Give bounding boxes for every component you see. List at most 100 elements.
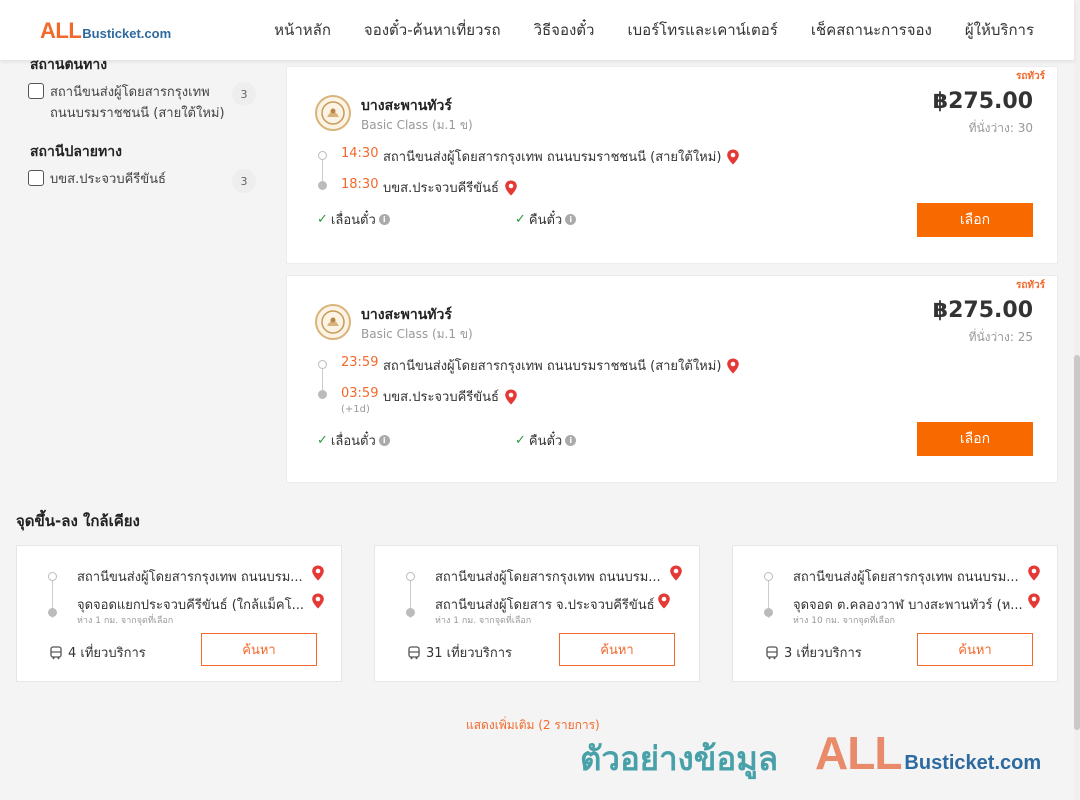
info-icon[interactable]: i	[378, 435, 390, 446]
bus-icon	[766, 645, 778, 659]
info-icon[interactable]: i	[378, 214, 390, 225]
bus-type-tag: รถทัวร์	[1015, 71, 1045, 82]
nav-phone-counters[interactable]: เบอร์โทรและเคาน์เตอร์	[627, 18, 777, 42]
info-icon[interactable]: i	[565, 435, 577, 446]
ticket-price: ฿275.00	[932, 298, 1033, 323]
select-trip-button[interactable]: เลือก	[917, 422, 1033, 456]
feature-reschedule-label: เลื่อนตั๋ว	[330, 434, 376, 449]
select-trip-button[interactable]: เลือก	[917, 203, 1033, 237]
arrival-dot	[318, 390, 327, 399]
logo-all-text: ALL	[40, 18, 82, 43]
feature-refund: ✓ คืนตั๋ว i	[515, 209, 577, 230]
arrival-station: บขส.ประจวบคีรีขันธ์	[383, 386, 518, 407]
next-day-indicator: (+1d)	[341, 404, 370, 415]
departure-station-name: สถานีขนส่งผู้โดยสารกรุงเทพ ถนนบรมราชชนนี…	[383, 150, 722, 165]
nearby-search-button[interactable]: ค้นหา	[201, 633, 317, 666]
departure-dot	[318, 151, 327, 160]
feature-reschedule: ✓ เลื่อนตั๋ว i	[317, 209, 390, 230]
map-pin-icon[interactable]	[669, 565, 683, 581]
nearby-stops-title: จุดขึ้น-ลง ใกล้เคียง	[16, 512, 140, 530]
operator-logo-icon	[315, 95, 351, 131]
nearby-from-station: สถานีขนส่งผู้โดยสารกรุงเทพ ถนนบรม...	[793, 570, 1019, 585]
watermark-logo-all: ALL	[815, 727, 902, 779]
operator-logo-icon	[315, 304, 351, 340]
info-icon[interactable]: i	[565, 214, 577, 225]
origin-checkbox[interactable]	[28, 83, 44, 99]
nav-how-to-book[interactable]: วิธีจองตั๋ว	[534, 18, 595, 42]
dest-filter-option[interactable]: บขส.ประจวบคีรีขันธ์ 3	[28, 169, 256, 193]
from-dot	[406, 572, 415, 581]
map-pin-icon[interactable]	[657, 593, 671, 609]
watermark-logo: ALL Busticket.com	[815, 726, 1041, 780]
origin-count-badge: 3	[232, 82, 256, 106]
feature-refund-label: คืนตั๋ว	[528, 434, 563, 449]
nearby-to-station: จุดจอด ต.คลองวาฬ บางสะพานทัวร์ (ห...	[793, 598, 1023, 613]
scrollbar-thumb[interactable]	[1074, 355, 1080, 730]
map-pin-icon[interactable]	[1027, 593, 1041, 609]
to-dot	[406, 608, 415, 617]
feature-reschedule: ✓ เลื่อนตั๋ว i	[317, 430, 390, 451]
check-icon: ✓	[515, 212, 526, 227]
nearby-distance: ห่าง 1 กม. จากจุดที่เลือก	[435, 616, 532, 626]
departure-station: สถานีขนส่งผู้โดยสารกรุงเทพ ถนนบรมราชชนนี…	[383, 146, 740, 167]
departure-time: 14:30	[341, 146, 379, 161]
dest-filter-heading: สถานีปลายทาง	[30, 144, 122, 160]
arrival-time: 18:30	[341, 177, 379, 192]
seats-available: ที่นั่งว่าง: 25	[968, 330, 1033, 344]
site-logo[interactable]: ALL Busticket.com	[40, 18, 171, 44]
operator-name: บางสะพานทัวร์	[361, 98, 452, 114]
nearby-from-station: สถานีขนส่งผู้โดยสารกรุงเทพ ถนนบรม...	[435, 570, 661, 585]
bus-type-tag: รถทัวร์	[1015, 280, 1045, 291]
feature-refund-label: คืนตั๋ว	[528, 213, 563, 228]
nearby-to-station: จุดจอดแยกประจวบคีรีขันธ์ (ใกล้แม็คโ...	[77, 598, 304, 613]
map-pin-icon[interactable]	[504, 180, 518, 196]
origin-option-label: สถานีขนส่งผู้โดยสารกรุงเทพ ถนนบรมราชชนนี…	[50, 85, 225, 121]
dest-option-label: บขส.ประจวบคีรีขันธ์	[50, 172, 166, 187]
trip-card: รถทัวร์ บางสะพานทัวร์ Basic Class (ม.1 ข…	[286, 275, 1058, 483]
to-dot	[48, 608, 57, 617]
map-pin-icon[interactable]	[504, 389, 518, 405]
sample-data-watermark: ตัวอย่างข้อมูล	[580, 739, 779, 778]
arrival-station-name: บขส.ประจวบคีรีขันธ์	[383, 390, 499, 405]
feature-reschedule-label: เลื่อนตั๋ว	[330, 213, 376, 228]
nearby-trip-count: 3 เที่ยวบริการ	[765, 642, 862, 663]
nav-book-search[interactable]: จองตั๋ว-ค้นหาเที่ยวรถ	[364, 18, 501, 42]
dest-count-badge: 3	[232, 169, 256, 193]
map-pin-icon[interactable]	[726, 149, 740, 165]
nav-home[interactable]: หน้าหลัก	[274, 18, 331, 42]
nav-operators[interactable]: ผู้ให้บริการ	[965, 18, 1034, 42]
dest-checkbox[interactable]	[28, 170, 44, 186]
departure-station: สถานีขนส่งผู้โดยสารกรุงเทพ ถนนบรมราชชนนี…	[383, 355, 740, 376]
departure-dot	[318, 360, 327, 369]
arrival-station-name: บขส.ประจวบคีรีขันธ์	[383, 181, 499, 196]
check-icon: ✓	[317, 212, 328, 227]
trip-card: รถทัวร์ บางสะพานทัวร์ Basic Class (ม.1 ข…	[286, 66, 1058, 264]
nav-check-booking[interactable]: เช็คสถานะการจอง	[811, 18, 932, 42]
nearby-search-button[interactable]: ค้นหา	[917, 633, 1033, 666]
map-pin-icon[interactable]	[311, 565, 325, 581]
nearby-distance: ห่าง 10 กม. จากจุดที่เลือก	[793, 616, 895, 626]
bus-class: Basic Class (ม.1 ข)	[361, 118, 473, 132]
check-icon: ✓	[317, 433, 328, 448]
arrival-station: บขส.ประจวบคีรีขันธ์	[383, 177, 518, 198]
departure-time: 23:59	[341, 355, 379, 370]
logo-busticket-text: Busticket.com	[82, 26, 172, 41]
map-pin-icon[interactable]	[1027, 565, 1041, 581]
ticket-price: ฿275.00	[932, 89, 1033, 114]
bus-class: Basic Class (ม.1 ข)	[361, 327, 473, 341]
nearby-to-station: สถานีขนส่งผู้โดยสาร จ.ประจวบคีรีขันธ์	[435, 598, 655, 613]
main-nav: หน้าหลัก จองตั๋ว-ค้นหาเที่ยวรถ วิธีจองตั…	[274, 0, 1034, 60]
nearby-search-button[interactable]: ค้นหา	[559, 633, 675, 666]
nearby-trip-count: 31 เที่ยวบริการ	[407, 642, 512, 663]
seats-available: ที่นั่งว่าง: 30	[968, 121, 1033, 135]
nearby-trip-count-label: 3 เที่ยวบริการ	[784, 646, 862, 661]
map-pin-icon[interactable]	[311, 593, 325, 609]
nearby-card: สถานีขนส่งผู้โดยสารกรุงเทพ ถนนบรม... จุด…	[16, 545, 342, 682]
watermark-logo-busticket: Busticket.com	[904, 752, 1042, 774]
site-header: ALL Busticket.com หน้าหลัก จองตั๋ว-ค้นหา…	[0, 0, 1074, 60]
nearby-distance: ห่าง 1 กม. จากจุดที่เลือก	[77, 616, 174, 626]
origin-filter-option[interactable]: สถานีขนส่งผู้โดยสารกรุงเทพ ถนนบรมราชชนนี…	[28, 82, 256, 124]
map-pin-icon[interactable]	[726, 358, 740, 374]
operator-name: บางสะพานทัวร์	[361, 307, 452, 323]
page-scrollbar[interactable]	[1074, 0, 1080, 800]
